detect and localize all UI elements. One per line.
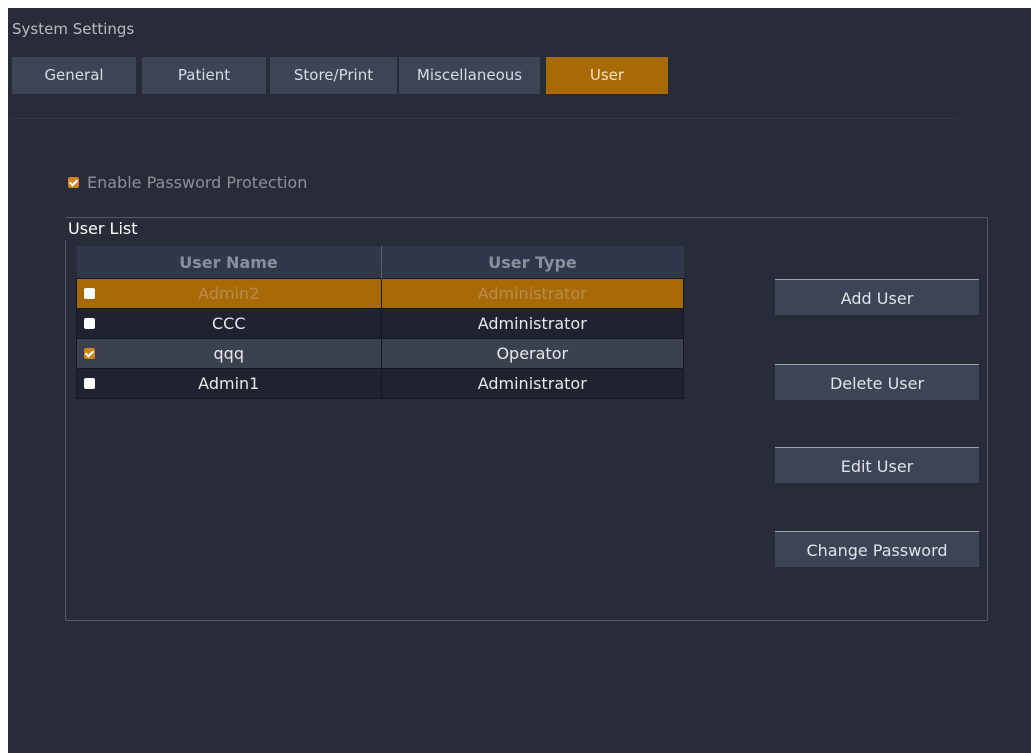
tab-divider	[12, 118, 957, 119]
system-settings-panel: System Settings General Patient Store/Pr…	[8, 8, 1031, 753]
change-password-button[interactable]: Change Password	[775, 531, 979, 567]
table-row[interactable]: Admin1 Administrator	[76, 368, 684, 399]
user-name-cell: CCC	[76, 308, 382, 339]
user-name: Admin2	[198, 284, 260, 303]
table-header-row: User Name User Type	[76, 246, 684, 279]
window-title: System Settings	[12, 20, 135, 38]
tab-patient[interactable]: Patient	[142, 57, 266, 94]
edit-user-button[interactable]: Edit User	[775, 447, 979, 483]
user-name-cell: qqq	[76, 338, 382, 369]
user-type-cell: Administrator	[380, 278, 684, 309]
user-name-cell: Admin2	[76, 278, 382, 309]
user-name: Admin1	[198, 374, 260, 393]
password-protection-label: Enable Password Protection	[87, 172, 308, 192]
tab-miscellaneous[interactable]: Miscellaneous	[399, 57, 540, 94]
add-user-button[interactable]: Add User	[775, 279, 979, 315]
password-protection-checkbox[interactable]	[68, 176, 79, 188]
user-type-cell: Administrator	[380, 308, 684, 339]
column-header-user-name[interactable]: User Name	[76, 246, 382, 279]
row-checkbox[interactable]	[84, 348, 95, 359]
row-checkbox[interactable]	[84, 318, 95, 329]
user-table: User Name User Type Admin2 Administrator…	[76, 246, 684, 399]
table-row[interactable]: CCC Administrator	[76, 308, 684, 339]
table-row[interactable]: Admin2 Administrator	[76, 278, 684, 309]
user-name: CCC	[211, 314, 246, 333]
table-row[interactable]: qqq Operator	[76, 338, 684, 369]
user-name-cell: Admin1	[76, 368, 382, 399]
delete-user-button[interactable]: Delete User	[775, 364, 979, 400]
row-checkbox[interactable]	[84, 288, 95, 299]
column-header-user-type[interactable]: User Type	[381, 246, 684, 279]
user-type-cell: Administrator	[380, 368, 684, 399]
user-type-cell: Operator	[380, 338, 684, 369]
enable-password-protection[interactable]: Enable Password Protection	[68, 172, 307, 192]
tab-general[interactable]: General	[12, 57, 136, 94]
tab-user[interactable]: User	[546, 57, 668, 94]
user-list-label: User List	[65, 218, 141, 240]
tab-store-print[interactable]: Store/Print	[270, 57, 397, 94]
row-checkbox[interactable]	[84, 378, 95, 389]
user-name: qqq	[213, 344, 244, 363]
